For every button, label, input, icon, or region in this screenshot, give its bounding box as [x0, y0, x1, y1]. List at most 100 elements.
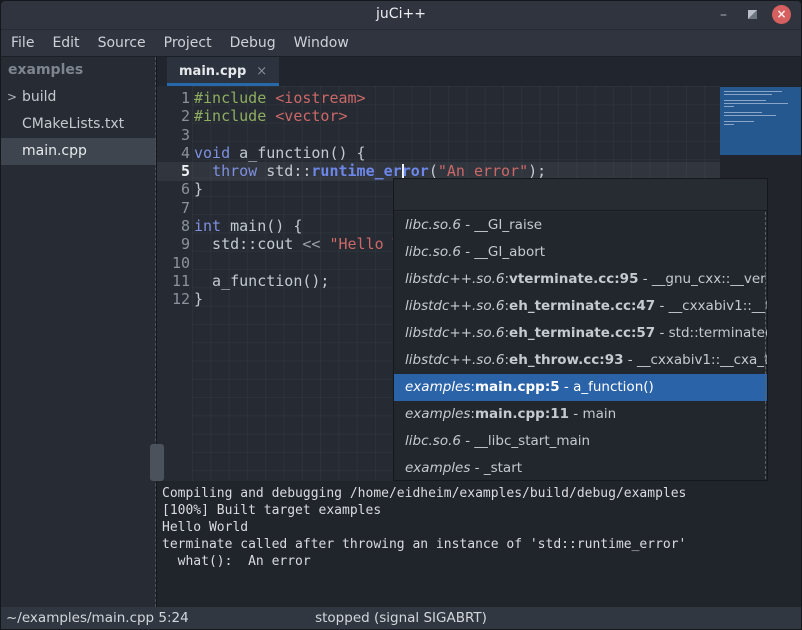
backtrace-popup: libc.so.6 - __GI_raiselibc.so.6 - __GI_a… — [393, 178, 768, 481]
popup-token: examples — [405, 379, 470, 395]
maximize-button[interactable] — [743, 5, 762, 24]
close-button[interactable]: × — [772, 5, 791, 24]
code-token: void — [194, 144, 230, 162]
menu-item-debug[interactable]: Debug — [221, 32, 285, 54]
file-tree-sidebar[interactable]: examples >buildCMakeLists.txtmain.cpp — [0, 57, 156, 607]
popup-token: libc.so.6 — [405, 217, 461, 233]
tab-close-icon[interactable]: × — [256, 64, 267, 79]
code-token: "Hello W — [329, 235, 401, 253]
popup-row-5[interactable]: libstdc++.so.6:eh_throw.cc:93 - __cxxabi… — [394, 347, 767, 374]
scrollbar-thumb[interactable] — [150, 444, 164, 481]
status-debug-state: stopped (signal SIGABRT) — [0, 610, 802, 626]
minimap-code-bar — [724, 112, 762, 113]
popup-row-6[interactable]: examples:main.cpp:5 - a_function() — [394, 374, 767, 401]
terminal-line-2: Hello World — [162, 519, 802, 536]
popup-token: main.cpp:5 — [475, 379, 560, 395]
popup-token: - __gnu_cxx::__verbos — [638, 271, 767, 287]
code-token: int — [194, 217, 221, 235]
titlebar[interactable]: juCi++ – × — [0, 0, 802, 30]
code-token: std:: — [257, 162, 311, 180]
menu-item-project[interactable]: Project — [155, 32, 221, 54]
terminal-line-1: [100%] Built target examples — [162, 502, 802, 519]
popup-token: libstdc++.so.6 — [405, 271, 504, 287]
popup-row-7[interactable]: examples:main.cpp:11 - main — [394, 401, 767, 428]
popup-token: - std::terminate() — [655, 325, 767, 341]
terminal-line-3: terminate called after throwing an insta… — [162, 536, 802, 553]
code-token: #include — [194, 89, 275, 107]
tab-main-cpp[interactable]: main.cpp × — [167, 57, 279, 86]
line-number: 8 — [157, 217, 190, 235]
menu-item-source[interactable]: Source — [89, 32, 155, 54]
popup-token: examples — [405, 460, 470, 476]
popup-token: libstdc++.so.6 — [405, 325, 504, 341]
code-line-3[interactable] — [192, 126, 720, 144]
window-title: juCi++ — [0, 6, 802, 22]
statusbar: ~/examples/main.cpp 5:24 stopped (signal… — [0, 607, 802, 630]
tree-item-main-cpp[interactable]: main.cpp — [0, 138, 156, 165]
popup-row-2[interactable]: libstdc++.so.6:vterminate.cc:95 - __gnu_… — [394, 266, 767, 293]
line-number: 5 — [157, 162, 190, 180]
popup-token: examples — [405, 406, 470, 422]
code-token — [194, 162, 212, 180]
popup-token: - a_function() — [560, 379, 654, 395]
maximize-icon — [748, 10, 757, 19]
tree-item-label: main.cpp — [22, 143, 87, 159]
minimap-code-bar — [724, 121, 754, 122]
menu-item-edit[interactable]: Edit — [43, 32, 88, 54]
code-token: <iostream> — [275, 89, 365, 107]
pane-divider[interactable] — [155, 57, 156, 607]
popup-token: vterminate.cc:95 — [509, 271, 638, 287]
minimap-slider[interactable] — [720, 87, 802, 155]
tabbar: main.cpp × — [157, 57, 802, 86]
popup-row-1[interactable]: libc.so.6 - __GI_abort — [394, 239, 767, 266]
popup-scrollbar[interactable] — [765, 212, 766, 479]
popup-token: - __cxxabiv1::__tern — [655, 298, 767, 314]
popup-row-8[interactable]: libc.so.6 - __libc_start_main — [394, 428, 767, 455]
minimap-code-bar — [724, 124, 734, 125]
tree-item-build[interactable]: >build — [0, 84, 156, 111]
popup-token: - __libc_start_main — [461, 433, 590, 449]
code-token: } — [194, 290, 203, 308]
menu-item-window[interactable]: Window — [285, 32, 358, 54]
line-number: 1 — [157, 89, 190, 107]
line-number: 7 — [157, 199, 190, 217]
popup-row-4[interactable]: libstdc++.so.6:eh_terminate.cc:57 - std:… — [394, 320, 767, 347]
code-token: runtime_er — [311, 162, 401, 180]
tab-label: main.cpp — [179, 64, 246, 79]
close-icon: × — [776, 6, 786, 23]
file-tree: >build CMakeLists.txt main.cpp — [0, 84, 156, 165]
chevron-right-icon[interactable]: > — [7, 84, 17, 111]
code-token: } — [194, 180, 203, 198]
popup-row-0[interactable]: libc.so.6 - __GI_raise — [394, 212, 767, 239]
line-number: 11 — [157, 272, 190, 290]
popup-header — [394, 179, 767, 211]
popup-token: - __GI_abort — [461, 244, 545, 260]
minimap-code-bar — [724, 103, 788, 104]
popup-row-3[interactable]: libstdc++.so.6:eh_terminate.cc:47 - __cx… — [394, 293, 767, 320]
code-token: << — [302, 235, 320, 253]
popup-token: - _start — [470, 460, 522, 476]
menubar: FileEditSourceProjectDebugWindow — [0, 30, 802, 57]
code-token: main() { — [221, 217, 302, 235]
code-line-4[interactable]: void a_function() { — [192, 144, 720, 162]
minimap-code-bar — [724, 91, 782, 92]
minimap-code-bar — [724, 100, 766, 101]
line-number: 12 — [157, 290, 190, 308]
tree-item-cmakelists-txt[interactable]: CMakeLists.txt — [0, 111, 156, 138]
menu-item-file[interactable]: File — [2, 32, 43, 54]
code-token: #include — [194, 107, 275, 125]
line-number: 4 — [157, 144, 190, 162]
tree-item-label: CMakeLists.txt — [22, 116, 124, 132]
minimize-button[interactable]: – — [714, 5, 733, 24]
popup-row-9[interactable]: examples - _start — [394, 455, 767, 482]
code-line-2[interactable]: #include <vector> — [192, 107, 720, 125]
line-number-gutter: 123456789101112 — [157, 89, 190, 309]
minimap-code-bar — [724, 106, 734, 107]
line-number: 2 — [157, 107, 190, 125]
minimap-code-bar — [724, 94, 772, 95]
code-token: throw — [212, 162, 257, 180]
line-number: 3 — [157, 126, 190, 144]
line-number: 9 — [157, 235, 190, 253]
terminal-output[interactable]: Compiling and debugging /home/eidheim/ex… — [157, 481, 802, 607]
code-line-1[interactable]: #include <iostream> — [192, 89, 720, 107]
